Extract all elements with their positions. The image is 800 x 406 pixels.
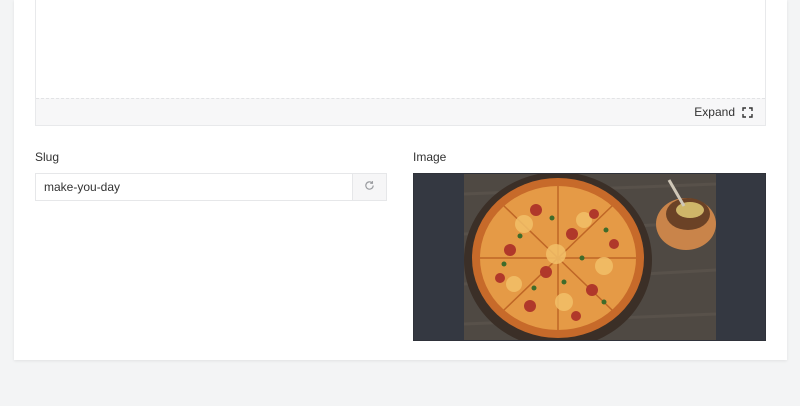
slug-refresh-button[interactable] <box>352 174 386 200</box>
text-editor[interactable]: Expand <box>35 0 766 126</box>
refresh-icon <box>364 178 375 196</box>
expand-label[interactable]: Expand <box>694 105 735 119</box>
image-preview[interactable] <box>413 173 766 341</box>
slug-label: Slug <box>35 150 60 164</box>
form-card: Expand Slug Image <box>14 0 787 360</box>
editor-footer: Expand <box>36 98 765 125</box>
pizza-image <box>464 174 716 340</box>
image-label: Image <box>413 150 447 164</box>
expand-icon[interactable] <box>741 106 753 118</box>
slug-field <box>35 173 387 201</box>
slug-input[interactable] <box>36 174 352 200</box>
